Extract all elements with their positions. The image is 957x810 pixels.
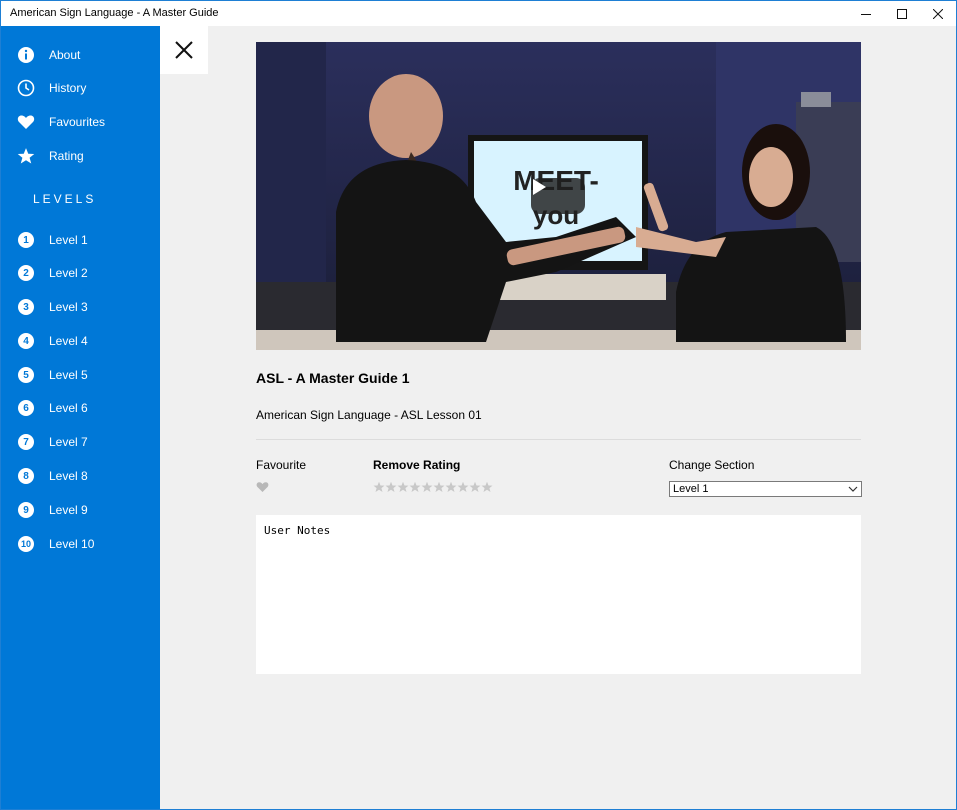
sidebar-item-label: About <box>49 48 81 62</box>
user-notes-input[interactable]: User Notes <box>256 515 861 674</box>
video-subtitle: American Sign Language - ASL Lesson 01 <box>256 408 482 422</box>
levels-header: LEVELS <box>33 192 97 206</box>
sidebar-item-label: Level 2 <box>49 266 88 280</box>
star-icon[interactable] <box>457 481 469 493</box>
chevron-down-icon <box>848 486 858 492</box>
star-icon[interactable] <box>409 481 421 493</box>
sidebar: About History Favourites Rating LEVELS 1… <box>1 26 160 809</box>
star-icon[interactable] <box>385 481 397 493</box>
sidebar-item-level-1[interactable]: 1 Level 1 <box>1 225 160 255</box>
star-icon[interactable] <box>397 481 409 493</box>
favourite-label: Favourite <box>256 458 307 472</box>
sidebar-item-label: History <box>49 81 87 95</box>
level-number-badge: 5 <box>18 367 34 383</box>
sidebar-item-favourites[interactable]: Favourites <box>1 107 160 137</box>
video-title: ASL - A Master Guide 1 <box>256 370 410 386</box>
close-window-button[interactable] <box>920 1 956 26</box>
minimize-icon <box>861 13 871 15</box>
sidebar-item-label: Level 1 <box>49 233 88 247</box>
level-number-badge: 9 <box>18 502 34 518</box>
star-icon[interactable] <box>373 481 385 493</box>
sidebar-item-level-2[interactable]: 2 Level 2 <box>1 258 160 288</box>
window-controls <box>848 1 956 26</box>
heart-icon <box>16 112 36 132</box>
change-section-label: Change Section <box>669 458 755 472</box>
star-icon[interactable] <box>433 481 445 493</box>
rating-stars <box>373 481 493 493</box>
star-icon <box>16 146 36 166</box>
level-number-badge: 8 <box>18 468 34 484</box>
window-title: American Sign Language - A Master Guide <box>10 7 219 19</box>
app-window: American Sign Language - A Master Guide … <box>0 0 957 810</box>
sidebar-item-level-9[interactable]: 9 Level 9 <box>1 495 160 525</box>
sidebar-item-label: Level 6 <box>49 401 88 415</box>
star-icon[interactable] <box>421 481 433 493</box>
sidebar-item-label: Level 10 <box>49 537 95 551</box>
section-dropdown-value: Level 1 <box>673 483 709 495</box>
favourite-toggle[interactable] <box>256 480 270 494</box>
level-number-badge: 4 <box>18 333 34 349</box>
close-icon <box>175 41 193 59</box>
level-number-badge: 1 <box>18 232 34 248</box>
title-bar: American Sign Language - A Master Guide <box>1 1 956 26</box>
heart-icon <box>256 482 269 493</box>
sidebar-item-label: Level 3 <box>49 300 88 314</box>
sidebar-item-level-10[interactable]: 10 Level 10 <box>1 529 160 559</box>
sidebar-item-level-4[interactable]: 4 Level 4 <box>1 326 160 356</box>
sidebar-item-label: Level 8 <box>49 469 88 483</box>
maximize-icon <box>897 8 907 19</box>
maximize-button[interactable] <box>884 1 920 26</box>
divider <box>256 439 861 440</box>
clock-icon <box>16 78 36 98</box>
sidebar-item-label: Level 5 <box>49 368 88 382</box>
star-icon[interactable] <box>469 481 481 493</box>
sidebar-item-label: Favourites <box>49 115 106 129</box>
minimize-button[interactable] <box>848 1 884 26</box>
level-number-badge: 2 <box>18 265 34 281</box>
video-player[interactable]: MEET- you <box>256 42 861 350</box>
play-icon <box>533 179 546 195</box>
sidebar-item-level-8[interactable]: 8 Level 8 <box>1 461 160 491</box>
play-button[interactable] <box>531 178 585 214</box>
sidebar-item-label: Level 9 <box>49 503 88 517</box>
sidebar-item-level-6[interactable]: 6 Level 6 <box>1 393 160 423</box>
star-icon[interactable] <box>481 481 493 493</box>
star-icon[interactable] <box>445 481 457 493</box>
sidebar-item-level-5[interactable]: 5 Level 5 <box>1 360 160 390</box>
sidebar-item-about[interactable]: About <box>1 40 160 70</box>
level-number-badge: 6 <box>18 400 34 416</box>
sidebar-item-rating[interactable]: Rating <box>1 141 160 171</box>
sidebar-item-label: Level 7 <box>49 435 88 449</box>
info-icon <box>16 45 36 65</box>
level-number-badge: 10 <box>18 536 34 552</box>
sidebar-item-level-3[interactable]: 3 Level 3 <box>1 292 160 322</box>
close-pane-button[interactable] <box>160 26 208 74</box>
sidebar-item-history[interactable]: History <box>1 73 160 103</box>
close-icon <box>933 8 943 19</box>
sidebar-item-label: Rating <box>49 149 84 163</box>
section-dropdown[interactable]: Level 1 <box>669 481 862 497</box>
sidebar-item-level-7[interactable]: 7 Level 7 <box>1 427 160 457</box>
level-number-badge: 7 <box>18 434 34 450</box>
remove-rating-button[interactable]: Remove Rating <box>373 458 460 472</box>
level-number-badge: 3 <box>18 299 34 315</box>
sidebar-item-label: Level 4 <box>49 334 88 348</box>
